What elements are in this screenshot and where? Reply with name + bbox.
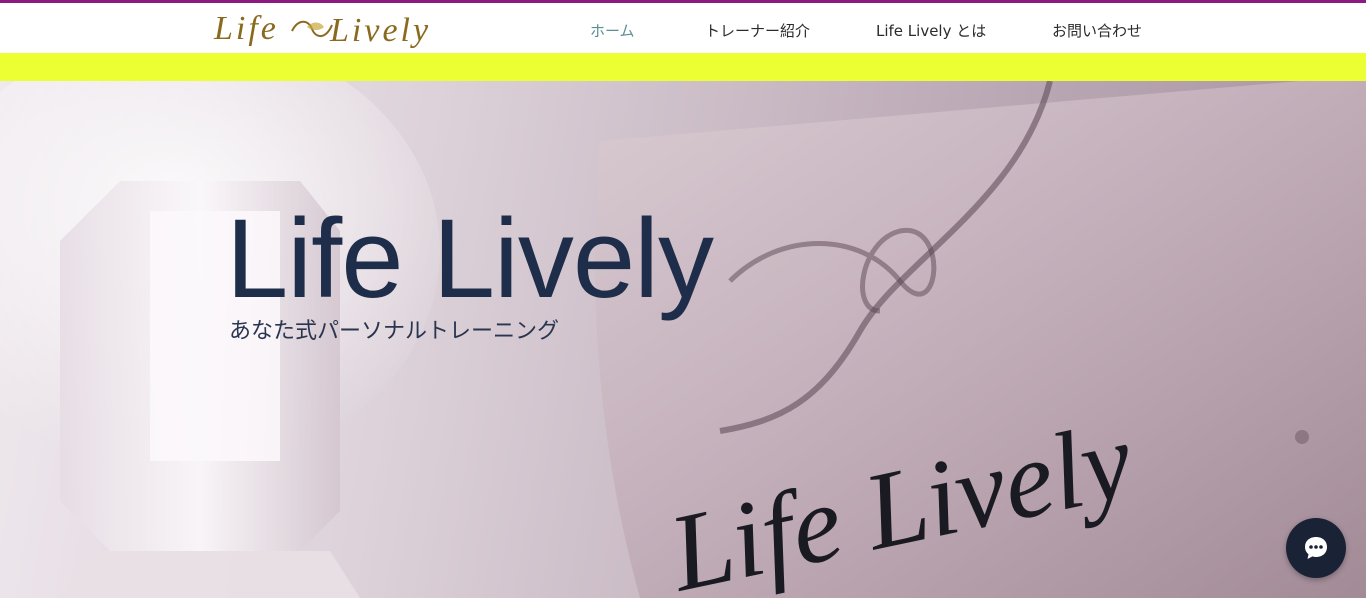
site-header: Life Lively ホーム トレーナー紹介 Life Lively とは お… [0, 3, 1366, 53]
nav-item-contact[interactable]: お問い合わせ [1052, 20, 1142, 41]
chat-button[interactable] [1286, 518, 1346, 578]
nav-item-home[interactable]: ホーム [590, 20, 635, 41]
nav-item-about[interactable]: Life Lively とは [876, 20, 986, 41]
hero-background-image: Life Lively [0, 81, 1366, 598]
hero-section: Life Lively Life Lively あなた式パーソナルトレーニング [0, 81, 1366, 598]
hero-title: Life Lively [226, 196, 714, 321]
chat-bubble-icon [1303, 535, 1329, 561]
main-nav: ホーム トレーナー紹介 Life Lively とは お問い合わせ [0, 3, 1366, 53]
hero-subtitle: あなた式パーソナルトレーニング [229, 319, 560, 344]
announcement-banner [0, 53, 1366, 81]
nav-item-trainers[interactable]: トレーナー紹介 [705, 20, 810, 41]
